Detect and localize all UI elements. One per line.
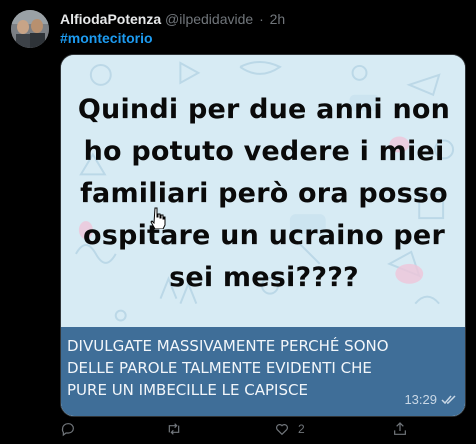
message-time: 13:29 [404, 392, 437, 407]
meme-text: Quindi per due anni non ho potuto vedere… [61, 89, 465, 299]
tweet-media[interactable]: Quindi per due anni non ho potuto vedere… [60, 54, 466, 417]
share-button[interactable] [392, 421, 416, 437]
message-caption: DIVULGATE MASSIVAMENTE PERCHÉ SONO DELLE… [61, 327, 465, 416]
double-check-icon [441, 395, 456, 405]
meme-line: familiari però ora posso [80, 178, 448, 209]
tweet-actions: 2 [60, 421, 466, 441]
caption-line: DIVULGATE MASSIVAMENTE PERCHÉ SONO [67, 337, 389, 355]
meme-line: sei mesi???? [169, 262, 359, 293]
hand-cursor-icon [150, 207, 166, 229]
message-timestamp: 13:29 [404, 389, 457, 411]
reply-icon [61, 423, 74, 437]
display-name[interactable]: AlfiodaPotenza [60, 11, 161, 27]
avatar[interactable] [11, 10, 49, 48]
retweet-button[interactable] [166, 421, 190, 437]
user-handle[interactable]: @ilpedidavide [165, 11, 253, 27]
tweet-header: AlfiodaPotenza @ilpedidavide · 2h [60, 10, 285, 28]
hashtag-link[interactable]: #montecitorio [60, 29, 153, 47]
like-button[interactable]: 2 [274, 421, 305, 437]
tweet[interactable]: AlfiodaPotenza @ilpedidavide · 2h #monte… [0, 0, 476, 444]
like-count: 2 [298, 422, 305, 436]
meme-line: Quindi per due anni non [77, 94, 451, 125]
avatar-image [11, 10, 49, 48]
meme-line: ho potuto vedere i miei [83, 136, 445, 167]
reply-button[interactable] [60, 421, 84, 437]
heart-icon [276, 424, 288, 436]
tweet-time[interactable]: 2h [270, 11, 286, 27]
retweet-icon [168, 423, 180, 435]
meme-line: ospitare un ucraino per [83, 220, 445, 251]
caption-line: DELLE PAROLE TALMENTE EVIDENTI CHE [67, 359, 372, 377]
share-icon [394, 422, 406, 435]
separator: · [259, 11, 264, 27]
